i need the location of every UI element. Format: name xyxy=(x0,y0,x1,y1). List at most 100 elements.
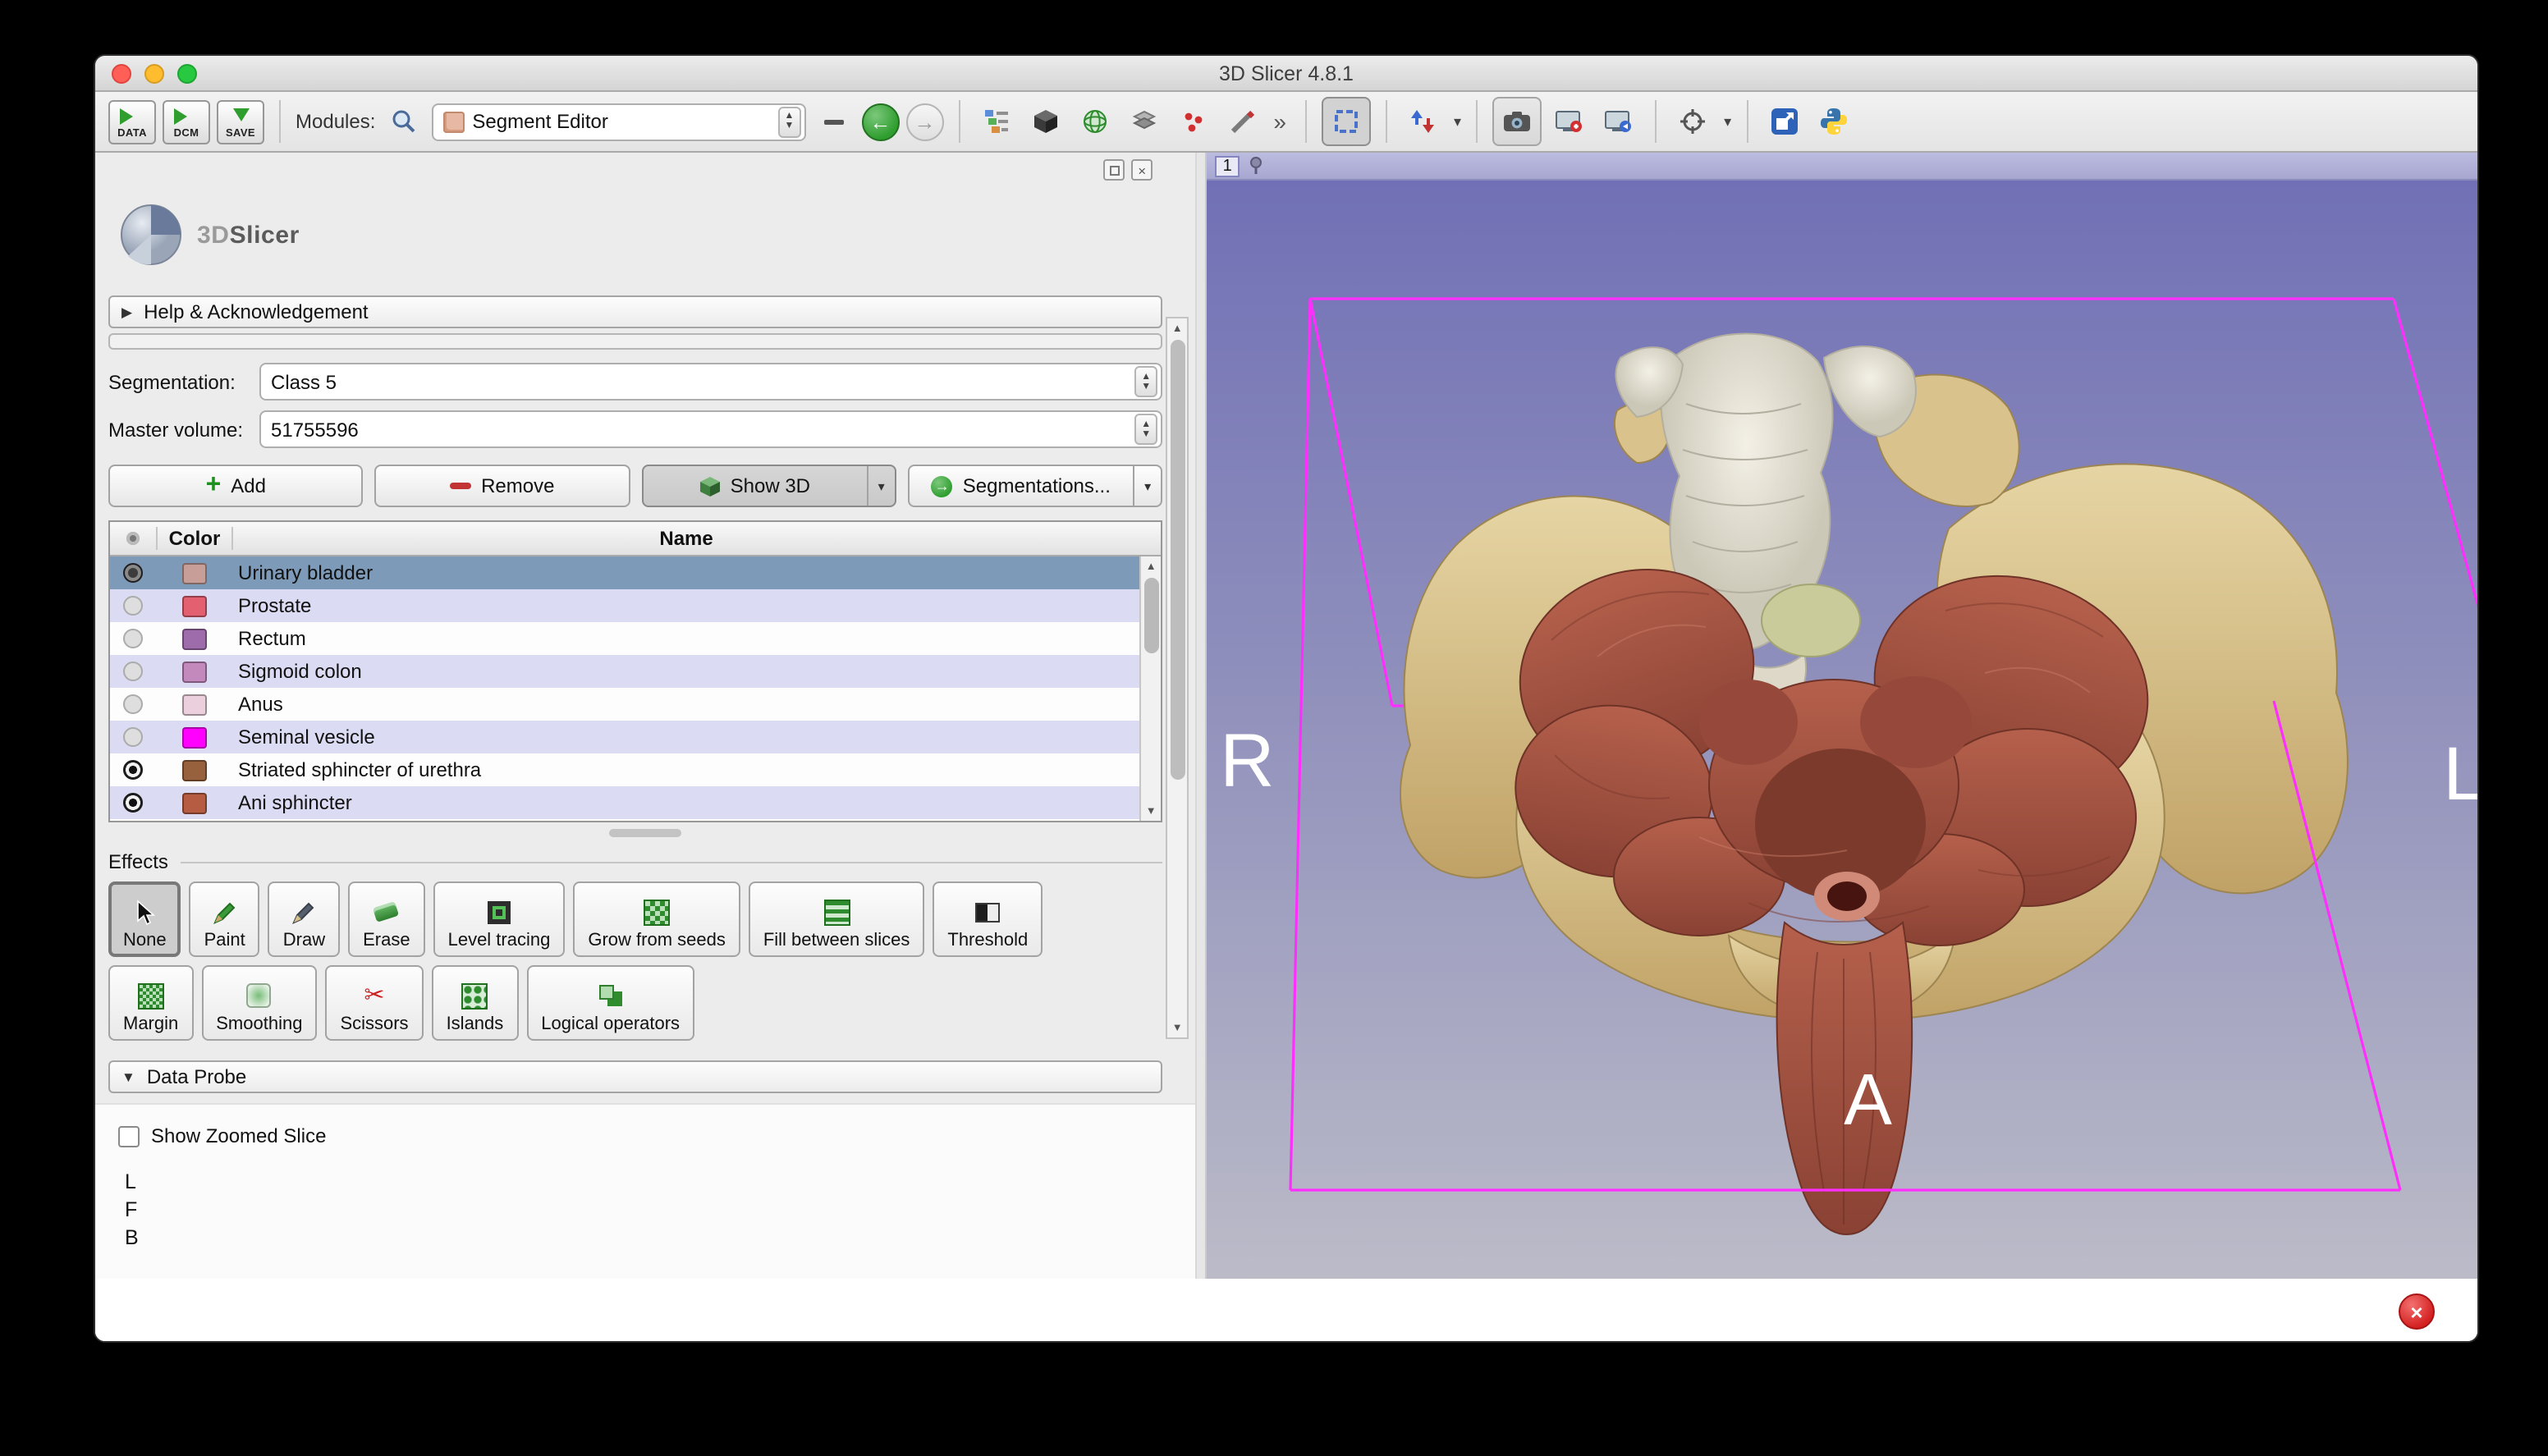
visibility-eye-icon[interactable] xyxy=(123,596,143,616)
visibility-eye-icon[interactable] xyxy=(123,629,143,648)
layout-tree-button[interactable] xyxy=(974,97,1017,146)
scroll-up-arrow[interactable]: ▲ xyxy=(1167,318,1187,338)
scroll-up-arrow[interactable]: ▲ xyxy=(1141,556,1161,576)
module-search-icon[interactable] xyxy=(382,97,424,146)
visibility-eye-icon[interactable] xyxy=(123,760,143,780)
effect-threshold-button[interactable]: Threshold xyxy=(933,881,1043,957)
table-row[interactable]: Urinary bladder xyxy=(110,556,1161,589)
visibility-eye-icon[interactable] xyxy=(123,727,143,747)
effect-paint-button[interactable]: Paint xyxy=(190,881,260,957)
table-scrollbar-thumb[interactable] xyxy=(1143,578,1158,653)
segment-color-swatch[interactable] xyxy=(181,562,206,584)
module-selector-spinner[interactable]: ▲▼ xyxy=(777,106,800,137)
effect-fill-between-slices-button[interactable]: Fill between slices xyxy=(749,881,925,957)
toolbar-overflow-chevron[interactable]: » xyxy=(1270,108,1290,135)
effect-logical-operators-button[interactable]: Logical operators xyxy=(526,965,694,1041)
data-probe-header[interactable]: ▼ Data Probe xyxy=(108,1060,1162,1093)
scroll-down-arrow[interactable]: ▼ xyxy=(1141,801,1161,821)
table-row[interactable]: Seminal vesicle xyxy=(110,721,1161,753)
table-row[interactable]: Rectum xyxy=(110,622,1161,655)
panel-scrollbar-thumb[interactable] xyxy=(1170,340,1185,780)
load-dicom-button[interactable]: DCM xyxy=(163,97,210,146)
titlebar[interactable]: 3D Slicer 4.8.1 xyxy=(95,56,2477,92)
save-button[interactable]: SAVE xyxy=(217,97,264,146)
show-zoomed-slice-checkbox[interactable] xyxy=(118,1125,140,1147)
panel-scrollbar[interactable]: ▲ ▼ xyxy=(1166,317,1189,1039)
panel-splitter-handle[interactable] xyxy=(609,829,681,837)
dark-cube-button[interactable] xyxy=(1024,97,1066,146)
module-selector[interactable]: Segment Editor ▲▼ xyxy=(431,103,805,140)
segment-color-swatch[interactable] xyxy=(181,694,206,715)
show-3d-dropdown[interactable]: ▾ xyxy=(867,466,895,506)
table-row[interactable]: Prostate xyxy=(110,589,1161,622)
table-row[interactable]: Ani sphincter xyxy=(110,786,1161,819)
minimize-window-button[interactable] xyxy=(144,64,164,84)
region-capture-button[interactable] xyxy=(1321,97,1370,146)
segmentations-button[interactable]: → Segmentations... ▾ xyxy=(908,465,1163,507)
effect-level-tracing-button[interactable]: Level tracing xyxy=(433,881,566,957)
layers-button[interactable] xyxy=(1122,97,1165,146)
segment-color-swatch[interactable] xyxy=(181,792,206,813)
visibility-eye-icon[interactable] xyxy=(123,563,143,583)
show-3d-button[interactable]: Show 3D ▾ xyxy=(641,465,896,507)
sort-arrows-dropdown[interactable]: ▾ xyxy=(1454,112,1461,130)
python-console-button[interactable] xyxy=(1812,97,1854,146)
extensions-button[interactable] xyxy=(1762,97,1805,146)
markups-button[interactable] xyxy=(1171,97,1214,146)
crosshair-dropdown[interactable]: ▾ xyxy=(1724,112,1731,130)
toolbar-separator xyxy=(958,100,960,143)
segment-color-swatch[interactable] xyxy=(181,726,206,748)
effect-grow-from-seeds-button[interactable]: Grow from seeds xyxy=(573,881,740,957)
panel-close-icon[interactable]: × xyxy=(1131,159,1153,181)
3d-view[interactable]: R L A xyxy=(1207,181,2477,1279)
screenshot-button[interactable] xyxy=(1492,97,1542,146)
visibility-eye-icon[interactable] xyxy=(123,793,143,813)
segmentations-dropdown[interactable]: ▾ xyxy=(1133,466,1161,506)
module-history-button[interactable] xyxy=(812,97,855,146)
master-volume-selector-spinner[interactable]: ▲▼ xyxy=(1134,414,1157,445)
table-row[interactable]: Sigmoid colon xyxy=(110,655,1161,688)
effect-scissors-button[interactable]: ✂ Scissors xyxy=(325,965,423,1041)
view-controller-bar[interactable]: 1 xyxy=(1207,153,2477,181)
effect-margin-button[interactable]: Margin xyxy=(108,965,193,1041)
remove-segment-button[interactable]: Remove xyxy=(375,465,630,507)
table-row[interactable]: Striated sphincter of urethra xyxy=(110,753,1161,786)
effect-erase-button[interactable]: Erase xyxy=(348,881,425,957)
camera-icon xyxy=(1502,110,1532,133)
effect-draw-button[interactable]: Draw xyxy=(268,881,340,957)
close-window-button[interactable] xyxy=(112,64,131,84)
effect-none-button[interactable]: None xyxy=(108,881,181,957)
table-scrollbar[interactable]: ▲ ▼ xyxy=(1139,556,1161,821)
crosshair-button[interactable] xyxy=(1671,97,1714,146)
visibility-eye-icon[interactable] xyxy=(123,694,143,714)
segmentation-selector-spinner[interactable]: ▲▼ xyxy=(1134,366,1157,397)
scroll-down-arrow[interactable]: ▼ xyxy=(1167,1018,1187,1037)
zoom-window-button[interactable] xyxy=(177,64,197,84)
table-row[interactable]: Anus xyxy=(110,688,1161,721)
add-segment-button[interactable]: + Add xyxy=(108,465,364,507)
sort-arrows-button[interactable] xyxy=(1401,97,1444,146)
collapsed-section-strip[interactable] xyxy=(108,333,1162,350)
visibility-eye-icon[interactable] xyxy=(123,662,143,681)
module-forward-button[interactable]: → xyxy=(905,103,943,140)
margin-icon xyxy=(138,982,164,1010)
error-log-button[interactable]: × xyxy=(2399,1293,2435,1330)
load-data-button[interactable]: DATA xyxy=(108,97,156,146)
panel-undock-icon[interactable] xyxy=(1103,159,1125,181)
ruler-button[interactable] xyxy=(1221,97,1263,146)
help-acknowledgement-header[interactable]: ▶ Help & Acknowledgement xyxy=(108,295,1162,328)
segment-color-swatch[interactable] xyxy=(181,759,206,781)
segment-color-swatch[interactable] xyxy=(181,661,206,682)
master-volume-selector[interactable]: 51755596 ▲▼ xyxy=(259,410,1162,448)
scene-view-save-button[interactable] xyxy=(1548,97,1591,146)
effect-islands-button[interactable]: Islands xyxy=(432,965,519,1041)
segment-color-swatch[interactable] xyxy=(181,595,206,616)
scene-view-restore-button[interactable] xyxy=(1597,97,1640,146)
panel-view-splitter[interactable] xyxy=(1195,153,1207,1343)
module-back-button[interactable]: ← xyxy=(861,103,899,140)
green-sphere-button[interactable] xyxy=(1073,97,1116,146)
view-pin-icon[interactable] xyxy=(1246,156,1266,176)
segment-color-swatch[interactable] xyxy=(181,628,206,649)
effect-smoothing-button[interactable]: Smoothing xyxy=(201,965,317,1041)
segmentation-selector[interactable]: Class 5 ▲▼ xyxy=(259,363,1162,401)
